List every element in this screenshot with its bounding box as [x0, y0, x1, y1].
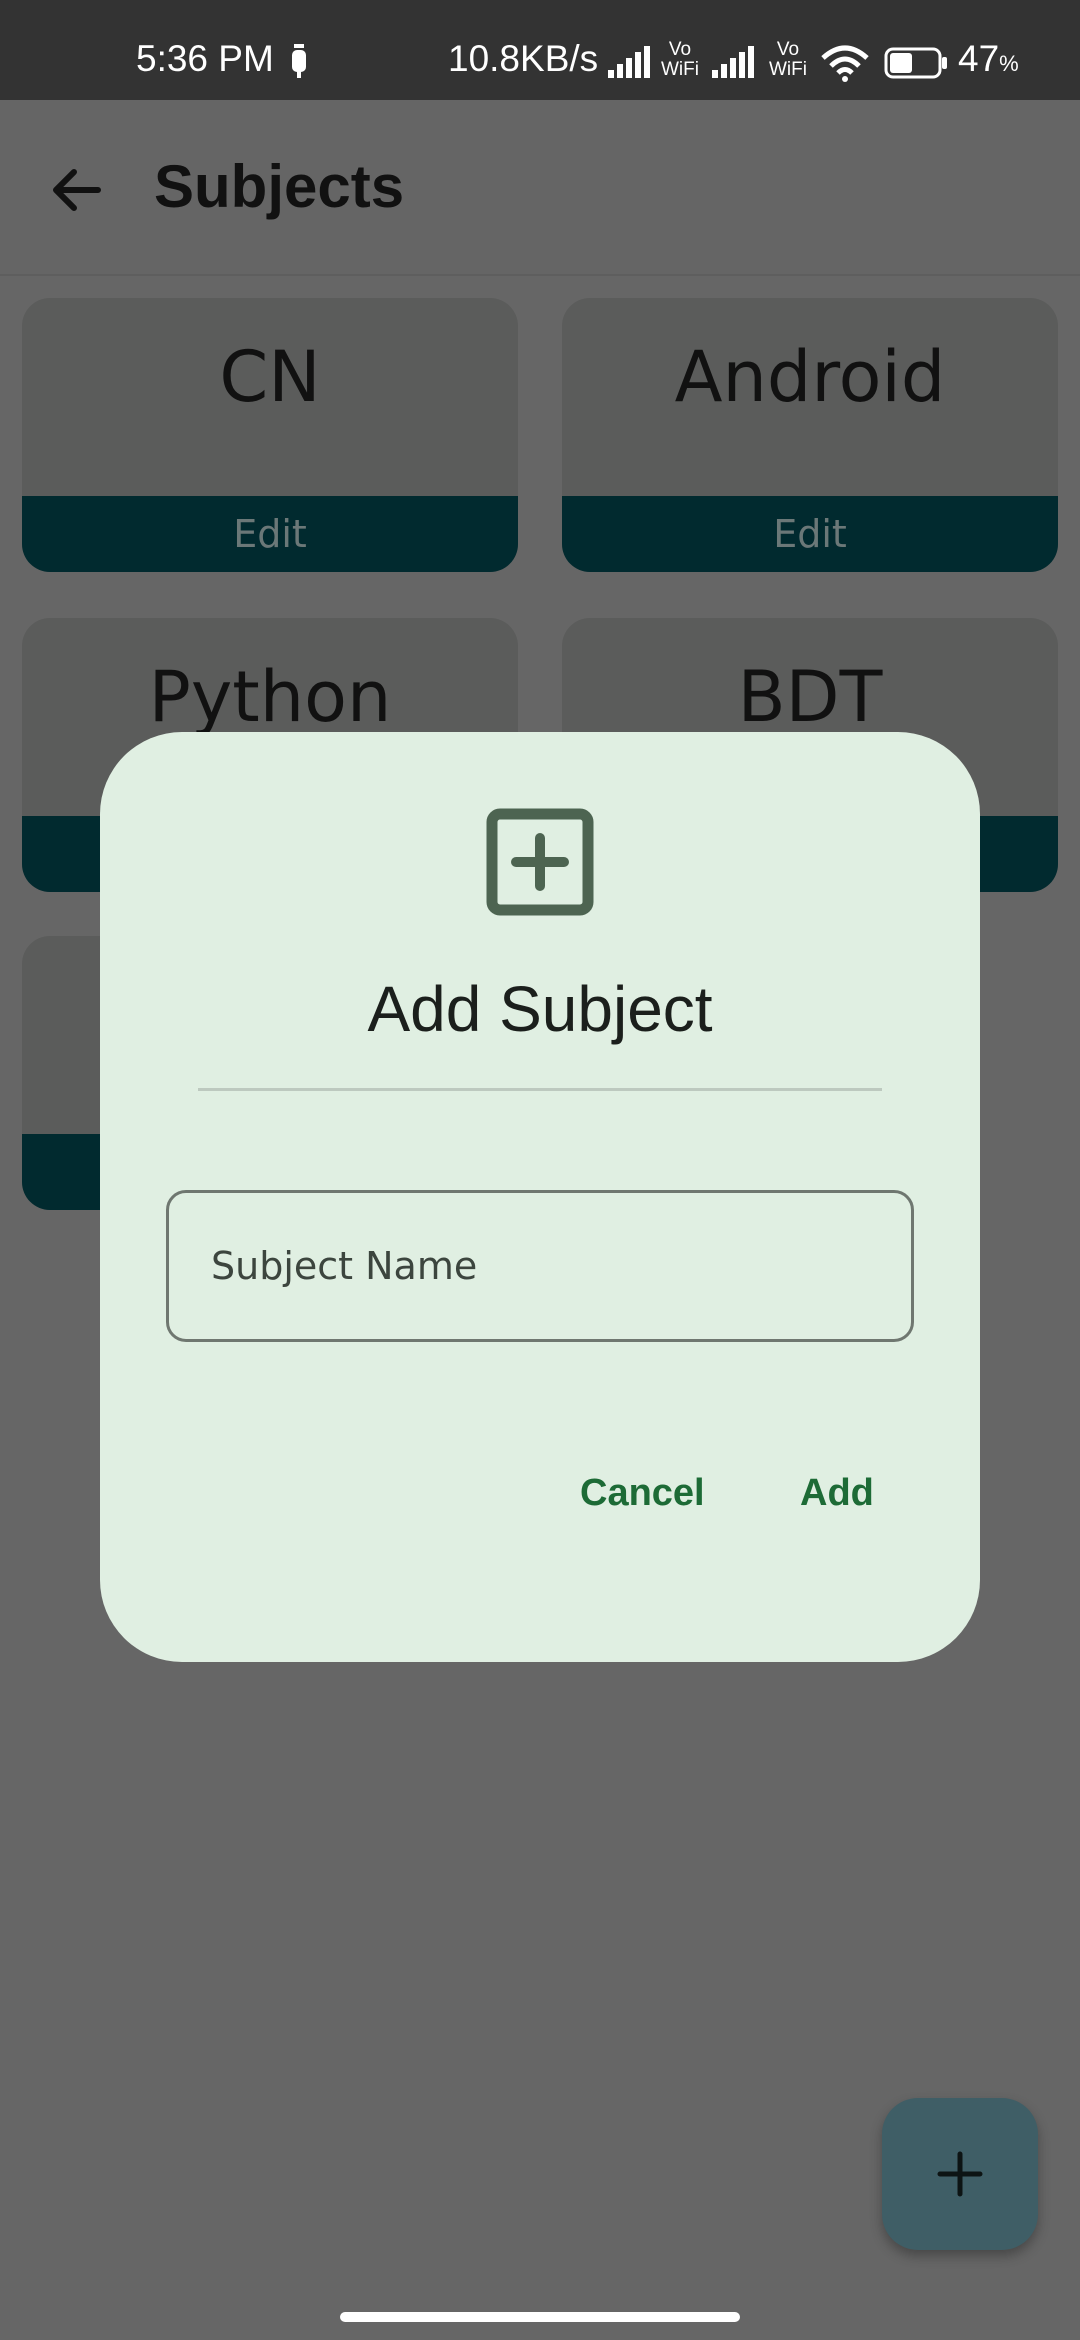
signal-icon: [712, 46, 754, 78]
wifi-icon: [821, 45, 869, 82]
subject-card[interactable]: CN Edit: [22, 298, 518, 572]
notification-icon: [292, 44, 306, 78]
signal-icon: [608, 46, 650, 78]
vowifi-label: Vo WiFi: [769, 39, 807, 80]
dialog-title: Add Subject: [367, 973, 713, 1045]
network-speed: 10.8KB/s: [448, 38, 599, 79]
subject-card[interactable]: Android Edit: [562, 298, 1058, 572]
page-title: Subjects: [154, 153, 405, 220]
add-button[interactable]: Add: [800, 1472, 874, 1515]
arrow-left-icon: [53, 169, 101, 211]
add-subject-dialog: Add Subject: [100, 732, 980, 1662]
subject-name: Android: [674, 336, 946, 418]
status-time: 5:36 PM: [136, 38, 274, 79]
add-subject-fab[interactable]: [882, 2098, 1038, 2250]
battery-icon: [884, 47, 947, 79]
vowifi-label: Vo WiFi: [661, 39, 699, 80]
divider: [198, 1088, 882, 1091]
subject-name: Python: [148, 656, 392, 738]
cancel-button[interactable]: Cancel: [580, 1472, 705, 1515]
app-bar: Subjects: [0, 100, 1080, 276]
plus-icon: [937, 2151, 983, 2197]
edit-button[interactable]: Edit: [562, 496, 1058, 572]
battery-percent: 47%: [958, 38, 1019, 79]
home-indicator[interactable]: [340, 2312, 740, 2322]
edit-button[interactable]: Edit: [22, 496, 518, 572]
add-box-icon: [486, 808, 594, 916]
subject-name: CN: [219, 336, 321, 418]
back-button[interactable]: [40, 154, 112, 226]
subject-name: BDT: [737, 656, 883, 738]
subject-name-input[interactable]: [166, 1190, 914, 1342]
status-bar: 5:36 PM 10.8KB/s Vo WiFi Vo WiFi 47%: [0, 0, 1080, 100]
